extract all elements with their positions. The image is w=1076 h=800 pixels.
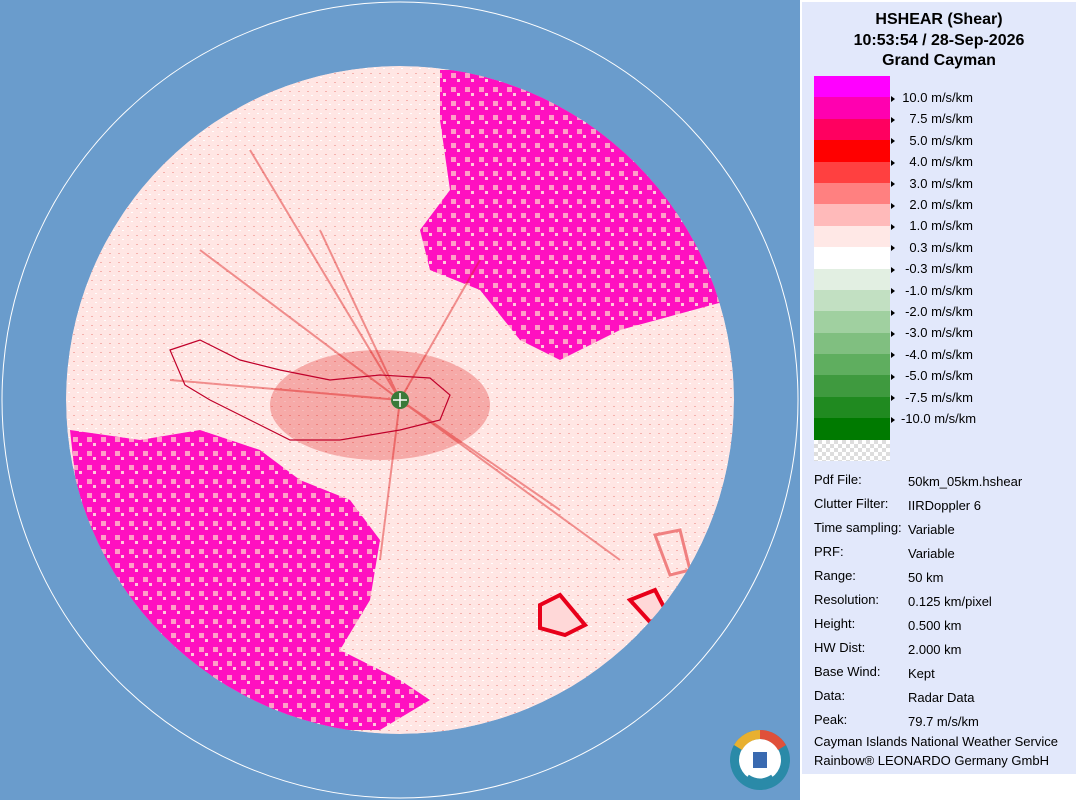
legend-label: -2.0 m/s/km bbox=[891, 304, 973, 319]
legend-label: -5.0 m/s/km bbox=[891, 368, 973, 383]
triangle-right-icon bbox=[891, 159, 895, 166]
metadata-value: 0.500 km bbox=[908, 618, 962, 633]
metadata-row: Resolution: 0.125 km/pixel bbox=[814, 592, 992, 609]
metadata-value: 2.000 km bbox=[908, 642, 962, 657]
site-name: Grand Cayman bbox=[882, 52, 996, 69]
triangle-right-icon bbox=[891, 138, 895, 145]
metadata-row: Time sampling: Variable bbox=[814, 520, 955, 537]
metadata-value: 50km_05km.hshear bbox=[908, 474, 1023, 489]
legend-swatch bbox=[814, 225, 890, 248]
metadata-row: Height: 0.500 km bbox=[814, 616, 962, 633]
legend-swatch bbox=[814, 289, 890, 312]
color-legend bbox=[814, 76, 890, 461]
metadata-key: Data: bbox=[814, 688, 846, 703]
legend-swatch bbox=[814, 204, 890, 226]
triangle-right-icon bbox=[891, 416, 895, 423]
metadata-row: PRF: Variable bbox=[814, 544, 955, 561]
legend-swatch bbox=[814, 375, 890, 397]
legend-label: -0.3 m/s/km bbox=[891, 261, 973, 276]
metadata-value: Variable bbox=[908, 522, 955, 537]
legend-swatch bbox=[814, 182, 890, 205]
metadata-key: HW Dist: bbox=[814, 640, 866, 655]
triangle-right-icon bbox=[891, 116, 895, 123]
metadata-row: Range: 50 km bbox=[814, 568, 944, 585]
triangle-right-icon bbox=[891, 373, 895, 380]
legend-label: 7.5 m/s/km bbox=[891, 111, 973, 126]
info-panel: HSHEAR (Shear) 10:53:54 / 28-Sep-2026 Gr… bbox=[800, 0, 1076, 800]
legend-swatch bbox=[814, 354, 890, 376]
legend-swatch bbox=[814, 268, 890, 290]
triangle-right-icon bbox=[891, 309, 895, 316]
legend-label: -4.0 m/s/km bbox=[891, 347, 973, 362]
legend-label: 10.0 m/s/km bbox=[891, 90, 973, 105]
legend-label: 2.0 m/s/km bbox=[891, 197, 973, 212]
triangle-right-icon bbox=[891, 395, 895, 402]
legend-label: 4.0 m/s/km bbox=[891, 154, 973, 169]
legend-label: 0.3 m/s/km bbox=[891, 240, 973, 255]
triangle-right-icon bbox=[891, 245, 895, 252]
legend-label: -3.0 m/s/km bbox=[891, 325, 973, 340]
legend-nodata-swatch bbox=[814, 439, 890, 461]
radar-display[interactable] bbox=[0, 0, 800, 800]
metadata-key: Height: bbox=[814, 616, 856, 631]
footer-vendor: Rainbow® LEONARDO Germany GmbH bbox=[814, 753, 1049, 768]
legend-label: -10.0 m/s/km bbox=[891, 411, 976, 426]
metadata-row: Pdf File: 50km_05km.hshear bbox=[814, 472, 1023, 489]
metadata-key: Resolution: bbox=[814, 592, 880, 607]
legend-label: -7.5 m/s/km bbox=[891, 390, 973, 405]
legend-swatch bbox=[814, 76, 890, 98]
triangle-right-icon bbox=[891, 202, 895, 209]
triangle-right-icon bbox=[891, 330, 895, 337]
weather-service-logo-icon bbox=[730, 730, 790, 790]
metadata-row: Data: Radar Data bbox=[814, 688, 975, 705]
legend-swatch bbox=[814, 332, 890, 355]
product-title: HSHEAR (Shear) bbox=[875, 11, 1003, 28]
metadata-value: Radar Data bbox=[908, 690, 975, 705]
metadata-row: Base Wind: Kept bbox=[814, 664, 935, 681]
footer-agency: Cayman Islands National Weather Service bbox=[814, 734, 1058, 749]
legend-label: 5.0 m/s/km bbox=[891, 133, 973, 148]
triangle-right-icon bbox=[891, 352, 895, 359]
metadata-key: Clutter Filter: bbox=[814, 496, 889, 511]
metadata-key: Peak: bbox=[814, 712, 848, 727]
metadata-row: HW Dist: 2.000 km bbox=[814, 640, 962, 657]
info-panel-body: HSHEAR (Shear) 10:53:54 / 28-Sep-2026 Gr… bbox=[802, 2, 1076, 774]
triangle-right-icon bbox=[891, 266, 895, 273]
triangle-right-icon bbox=[891, 288, 895, 295]
legend-label: -1.0 m/s/km bbox=[891, 283, 973, 298]
metadata-value: Kept bbox=[908, 666, 935, 681]
metadata-key: Base Wind: bbox=[814, 664, 881, 679]
metadata-value: IIRDoppler 6 bbox=[908, 498, 981, 513]
metadata-key: Pdf File: bbox=[814, 472, 862, 487]
legend-swatch bbox=[814, 247, 890, 269]
legend-swatch bbox=[814, 161, 890, 183]
legend-swatch bbox=[814, 311, 890, 333]
metadata-key: PRF: bbox=[814, 544, 844, 559]
triangle-right-icon bbox=[891, 223, 895, 230]
metadata-value: 79.7 m/s/km bbox=[908, 714, 979, 729]
metadata-key: Time sampling: bbox=[814, 520, 902, 535]
legend-label: 1.0 m/s/km bbox=[891, 218, 973, 233]
metadata-value: Variable bbox=[908, 546, 955, 561]
legend-swatch bbox=[814, 97, 890, 119]
legend-swatch bbox=[814, 396, 890, 419]
legend-swatch bbox=[814, 140, 890, 162]
metadata-row: Peak: 79.7 m/s/km bbox=[814, 712, 979, 729]
shear-core bbox=[270, 350, 490, 460]
metadata-value: 50 km bbox=[908, 570, 944, 585]
triangle-right-icon bbox=[891, 95, 895, 102]
metadata-key: Range: bbox=[814, 568, 856, 583]
legend-swatch bbox=[814, 118, 890, 141]
triangle-right-icon bbox=[891, 181, 895, 188]
legend-swatch bbox=[814, 418, 890, 440]
metadata-value: 0.125 km/pixel bbox=[908, 594, 992, 609]
legend-label: 3.0 m/s/km bbox=[891, 176, 973, 191]
metadata-row: Clutter Filter: IIRDoppler 6 bbox=[814, 496, 981, 513]
timestamp: 10:53:54 / 28-Sep-2026 bbox=[853, 32, 1025, 49]
